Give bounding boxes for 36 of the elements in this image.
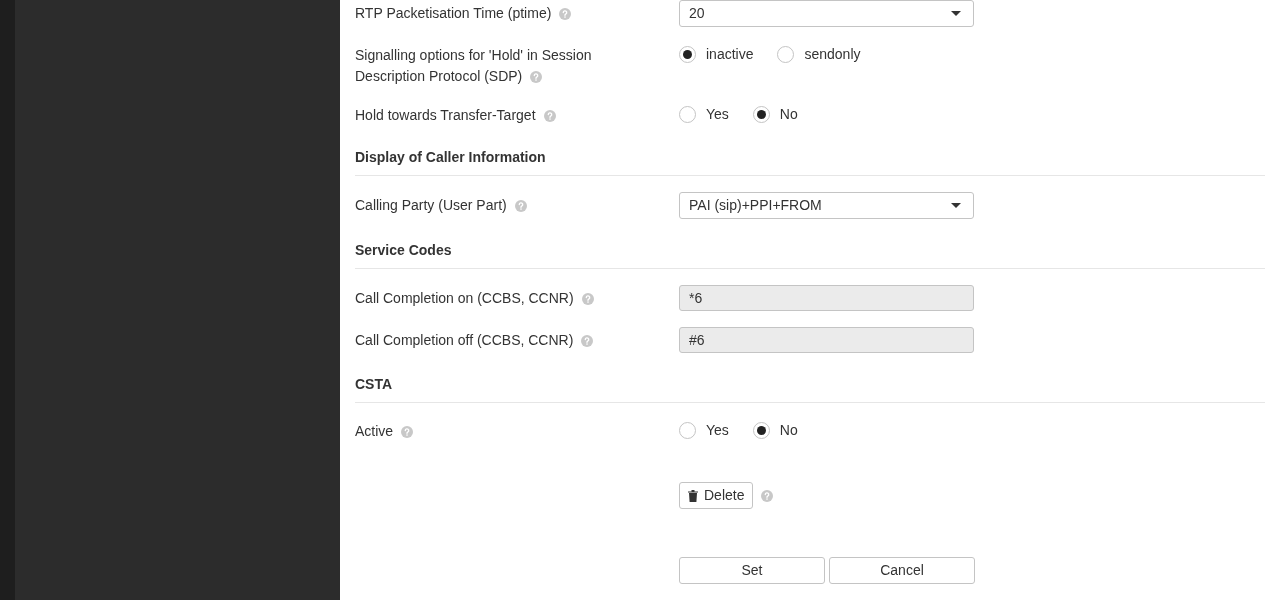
help-icon[interactable] (530, 71, 543, 84)
delete-button[interactable]: Delete (679, 482, 754, 509)
select-dropdown[interactable]: PAI (sip)+PPI+FROM (679, 192, 974, 219)
radio-label[interactable]: sendonly (804, 43, 861, 65)
help-icon[interactable] (401, 426, 414, 439)
radio-button[interactable] (679, 421, 696, 439)
caret-icon (951, 203, 961, 208)
radio-label[interactable]: Yes (706, 103, 729, 125)
field-label: Hold towards Transfer-Target (355, 107, 556, 123)
field-label: RTP Packetisation Time (ptime) (355, 5, 572, 21)
caret-icon (951, 11, 961, 16)
select-dropdown[interactable]: 20 (679, 0, 974, 27)
help-icon[interactable] (514, 200, 527, 213)
radio-button[interactable] (777, 45, 795, 63)
help-icon[interactable] (543, 110, 556, 123)
field-label: Call Completion off (CCBS, CCNR) (355, 331, 594, 348)
form-button[interactable]: Cancel (829, 557, 975, 584)
section-heading: Service Codes (355, 242, 452, 258)
radio-button[interactable] (752, 421, 770, 439)
section-heading: Display of Caller Information (355, 149, 546, 165)
form-button[interactable]: Set (679, 557, 825, 584)
field-label: Call Completion on (CCBS, CCNR) (355, 289, 594, 306)
radio-label[interactable]: Yes (706, 419, 729, 441)
radio-button[interactable] (679, 45, 696, 63)
radio-label[interactable]: inactive (706, 43, 754, 65)
section-heading: CSTA (355, 376, 393, 392)
radio-label[interactable]: No (779, 103, 798, 125)
radio-button[interactable] (752, 105, 770, 123)
trash-icon (688, 489, 698, 502)
field-label: Signalling options for 'Hold' in Session Description Protocol (SDP) (355, 47, 592, 84)
help-icon[interactable] (761, 489, 774, 502)
field-label: Active (355, 423, 414, 439)
help-icon[interactable] (559, 8, 572, 21)
radio-button[interactable] (679, 105, 696, 123)
field-label: Calling Party (User Part) (355, 197, 527, 213)
radio-label[interactable]: No (779, 419, 798, 441)
